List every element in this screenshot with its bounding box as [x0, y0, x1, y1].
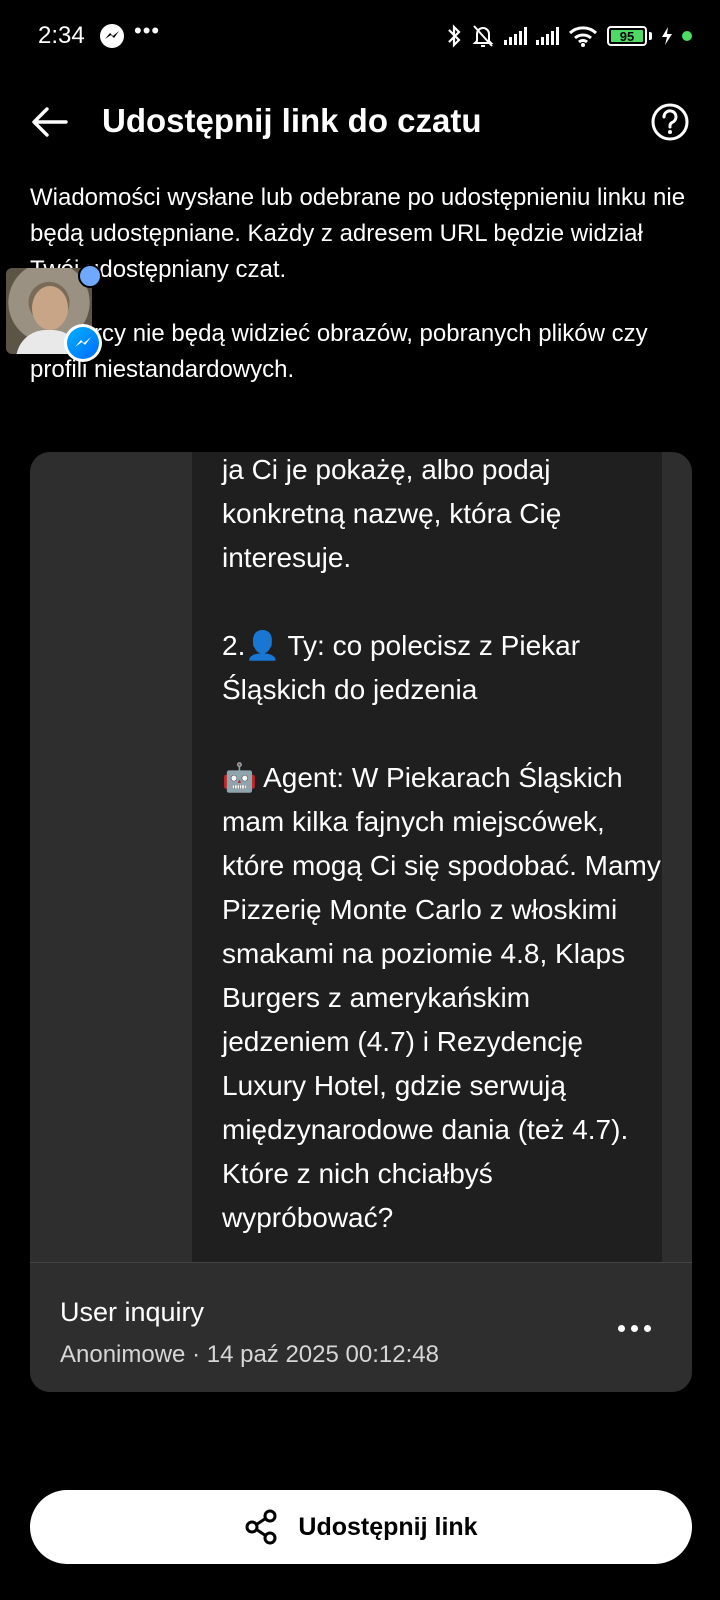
signal-1-icon — [504, 27, 527, 45]
chat-meta: Anonimowe · 14 paź 2025 00:12:48 — [60, 1341, 439, 1368]
back-button[interactable] — [30, 102, 70, 142]
chat-head-online-dot — [78, 264, 102, 288]
more-notifications-icon: ••• — [134, 18, 161, 43]
description-paragraph-2: Odbiorcy nie będą widzieć obrazów, pobra… — [30, 320, 648, 383]
battery-icon: 95 — [607, 26, 647, 46]
more-dot — [617, 1324, 625, 1332]
page-title: Udostępnij link do czatu — [102, 102, 482, 139]
question-circle-icon — [651, 103, 689, 141]
privacy-indicator-dot — [682, 31, 692, 41]
arrow-left-icon — [32, 107, 68, 137]
share-link-label: Udostępnij link — [298, 1512, 478, 1541]
battery-tip — [649, 32, 652, 40]
share-link-button[interactable]: Udostępnij link — [30, 1490, 692, 1564]
more-dot — [643, 1324, 651, 1332]
messenger-notification-icon — [100, 24, 124, 48]
charging-icon — [662, 27, 672, 45]
share-description: Wiadomości wysłane lub odebrane po udost… — [30, 180, 690, 388]
message-text: ja Ci je pokażę, albo podaj konkretną na… — [222, 454, 661, 1233]
bluetooth-icon — [448, 24, 461, 48]
bell-muted-icon — [472, 25, 494, 47]
status-icons: 95 — [446, 22, 692, 50]
description-paragraph-1: Wiadomości wysłane lub odebrane po udost… — [30, 184, 686, 283]
chat-preview-card: ja Ci je pokażę, albo podaj konkretną na… — [30, 452, 692, 1392]
signal-2-icon — [536, 27, 559, 45]
status-time: 2:34 — [38, 22, 85, 49]
status-bar: 2:34 ••• 95 — [0, 0, 720, 72]
more-dot — [630, 1324, 638, 1332]
messenger-badge-icon — [64, 324, 102, 362]
app-header: Udostępnij link do czatu — [0, 88, 720, 156]
chat-preview-messages[interactable]: ja Ci je pokażę, albo podaj konkretną na… — [30, 452, 692, 1262]
wifi-icon — [568, 26, 598, 47]
share-icon — [245, 1509, 277, 1545]
more-options-button[interactable] — [612, 1313, 656, 1343]
help-button[interactable] — [650, 102, 690, 142]
chat-title: User inquiry — [60, 1297, 205, 1327]
chat-info-footer: User inquiry Anonimowe · 14 paź 2025 00:… — [30, 1263, 692, 1392]
battery-level: 95 — [619, 28, 635, 44]
